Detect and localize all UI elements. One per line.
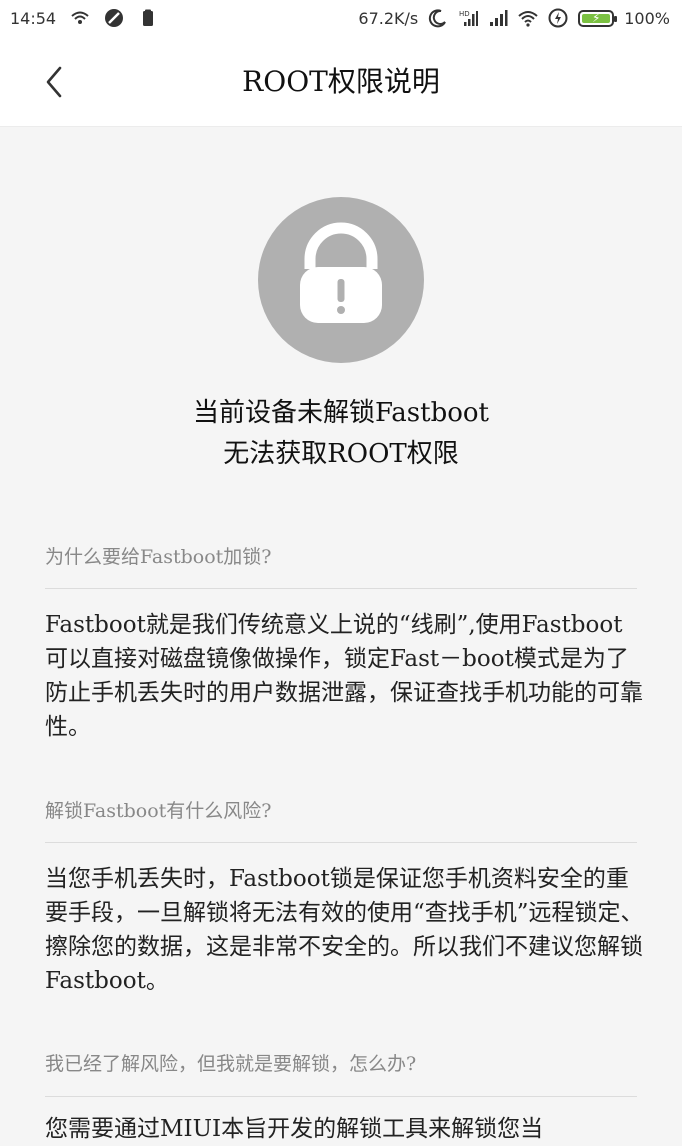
page-title: ROOT权限说明 (242, 65, 440, 98)
status-message-line2: 无法获取ROOT权限 (223, 439, 459, 469)
do-not-disturb-icon (105, 9, 124, 27)
faq-answer-3: 您需要通过MIUI本旨开发的解锁工具来解锁您当 (45, 1116, 544, 1142)
status-bar: 14:54 67.2K/s HD ⚡ 100% (0, 0, 682, 38)
status-message-line1: 当前设备未解锁Fastboot (193, 398, 489, 428)
clipboard-icon (143, 9, 154, 26)
faq-question-3: 我已经了解风险，但我就是要解锁，怎么办? (45, 1053, 417, 1075)
wifi-hotspot-icon (71, 11, 89, 24)
battery-icon: ⚡ (578, 9, 618, 27)
status-time: 14:54 (10, 8, 57, 28)
battery-percent: 100% (624, 8, 670, 28)
faq-question-1: 为什么要给Fastboot加锁? (45, 546, 272, 568)
svg-text:HD: HD (459, 10, 470, 18)
power-saving-icon (548, 8, 568, 28)
app-header: ROOT权限说明 (0, 38, 682, 127)
faq-answer-1: Fastboot就是我们传统意义上说的“线刷”,使用Fastboot可以直接对磁… (45, 612, 643, 740)
status-right: 67.2K/s HD ⚡ 100% (358, 8, 670, 28)
signal-icon (490, 10, 508, 26)
lock-badge (258, 197, 424, 363)
lock-icon (300, 222, 382, 323)
divider (45, 1096, 637, 1097)
status-left: 14:54 (10, 8, 158, 28)
divider (45, 588, 637, 589)
net-speed: 67.2K/s (358, 8, 419, 28)
divider (45, 842, 637, 843)
moon-icon (429, 9, 447, 28)
faq-question-2: 解锁Fastboot有什么风险? (45, 800, 272, 822)
faq-answer-2: 当您手机丢失时，Fastboot锁是保证您手机资料安全的重要手段，一旦解锁将无法… (45, 866, 644, 994)
wifi-icon (518, 11, 538, 27)
signal-hd-icon: HD (459, 10, 479, 26)
